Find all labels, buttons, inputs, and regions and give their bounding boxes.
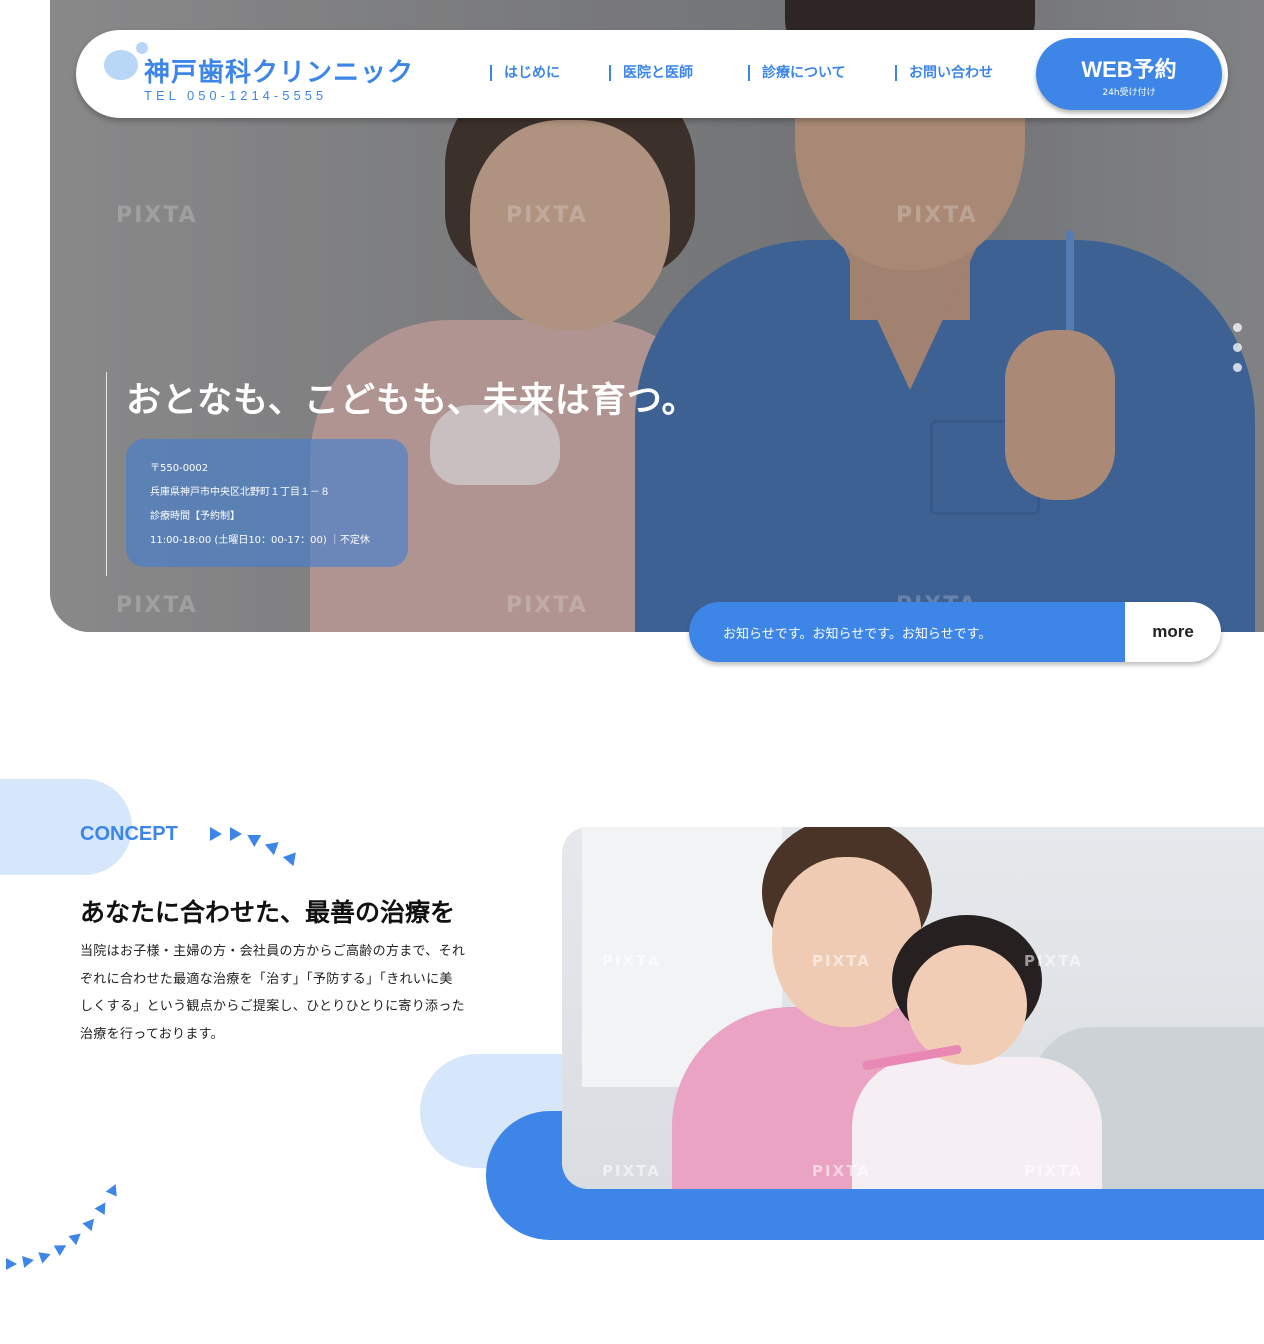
slider-dot-3[interactable] bbox=[1233, 363, 1242, 372]
clinic-info-box: 〒550-0002 兵庫県神戸市中央区北野町１丁目１－８ 診療時間【予約制】 1… bbox=[126, 439, 408, 567]
concept-body-line: しくする」という観点からご提案し、ひとりひとりに寄り添った bbox=[80, 999, 465, 1014]
watermark: PIXTA bbox=[116, 593, 198, 618]
arrow-triangle-icon bbox=[230, 827, 242, 841]
concept-body: 当院はお子様・主婦の方・会社員の方からご高齢の方まで、それ ぞれに合わせた最適な… bbox=[80, 938, 500, 1048]
watermark: PIXTA bbox=[812, 952, 871, 970]
watermark: PIXTA bbox=[896, 203, 978, 228]
nav-item-treatment[interactable]: 診療について bbox=[748, 65, 846, 81]
site-header: 神戸歯科クリンニック TEL 050-1214-5555 はじめに 医院と医師 … bbox=[76, 30, 1228, 118]
arrow-triangle-icon bbox=[105, 1181, 122, 1197]
concept-heading: あなたに合わせた、最善の治療を bbox=[80, 898, 456, 927]
watermark: PIXTA bbox=[116, 203, 198, 228]
concept-body-line: 当院はお子様・主婦の方・会社員の方からご高齢の方まで、それ bbox=[80, 944, 466, 959]
web-reservation-label: WEB予約 bbox=[1081, 57, 1177, 82]
watermark: PIXTA bbox=[602, 1162, 661, 1180]
arrow-triangle-icon bbox=[82, 1214, 99, 1232]
hours-label: 診療時間【予約制】 bbox=[150, 511, 240, 522]
arrow-triangle-icon bbox=[247, 828, 265, 848]
watermark: PIXTA bbox=[1024, 952, 1083, 970]
arrow-triangle-icon bbox=[264, 836, 284, 856]
slider-dot-2[interactable] bbox=[1233, 343, 1242, 352]
concept-body-line: ぞれに合わせた最適な治療を「治す」「予防する」「きれいに美 bbox=[80, 971, 453, 987]
address: 兵庫県神戸市中央区北野町１丁目１－８ bbox=[150, 487, 330, 498]
watermark: PIXTA bbox=[506, 203, 588, 228]
hours: 11:00-18:00 (土曜日10：00-17：00) ｜不定休 bbox=[150, 535, 370, 546]
web-reservation-button[interactable]: WEB予約 24h受け付け bbox=[1036, 38, 1222, 110]
arrow-triangle-icon bbox=[210, 827, 222, 841]
concept-photo: PIXTA PIXTA PIXTA PIXTA PIXTA PIXTA bbox=[562, 827, 1264, 1189]
news-more-button[interactable]: more bbox=[1125, 602, 1221, 662]
postal-code: 〒550-0002 bbox=[150, 463, 209, 474]
concept-body-line: 治療を行っております。 bbox=[80, 1026, 224, 1042]
watermark: PIXTA bbox=[506, 593, 588, 618]
nav-item-intro[interactable]: はじめに bbox=[490, 65, 560, 81]
watermark: PIXTA bbox=[602, 952, 661, 970]
arrow-triangle-icon bbox=[22, 1254, 35, 1268]
watermark: PIXTA bbox=[1024, 1162, 1083, 1180]
logo-bubble-icon bbox=[104, 50, 138, 80]
news-bar: お知らせです。お知らせです。お知らせです。 more bbox=[689, 602, 1221, 662]
phone-number: TEL 050-1214-5555 bbox=[144, 88, 328, 103]
web-reservation-sub: 24h受け付け bbox=[1102, 88, 1156, 98]
hero-catchcopy: おとなも、こどもも、未来は育つ。 bbox=[126, 381, 698, 421]
nav-item-clinic-doctor[interactable]: 医院と医師 bbox=[609, 65, 693, 81]
clinic-logo[interactable]: 神戸歯科クリンニック bbox=[144, 52, 414, 89]
arrow-triangle-icon bbox=[38, 1248, 53, 1264]
concept-label: CONCEPT bbox=[80, 823, 178, 845]
watermark: PIXTA bbox=[812, 1162, 871, 1180]
news-text[interactable]: お知らせです。お知らせです。お知らせです。 bbox=[723, 623, 991, 642]
catch-divider bbox=[106, 372, 107, 576]
arrow-triangle-icon bbox=[53, 1240, 70, 1256]
nav-item-contact[interactable]: お問い合わせ bbox=[895, 65, 993, 81]
arrow-triangle-icon bbox=[282, 847, 302, 867]
arrow-triangle-icon bbox=[6, 1258, 17, 1270]
arrow-triangle-icon bbox=[94, 1199, 111, 1215]
arrow-triangle-icon bbox=[68, 1228, 85, 1246]
slider-dot-1[interactable] bbox=[1233, 323, 1242, 332]
